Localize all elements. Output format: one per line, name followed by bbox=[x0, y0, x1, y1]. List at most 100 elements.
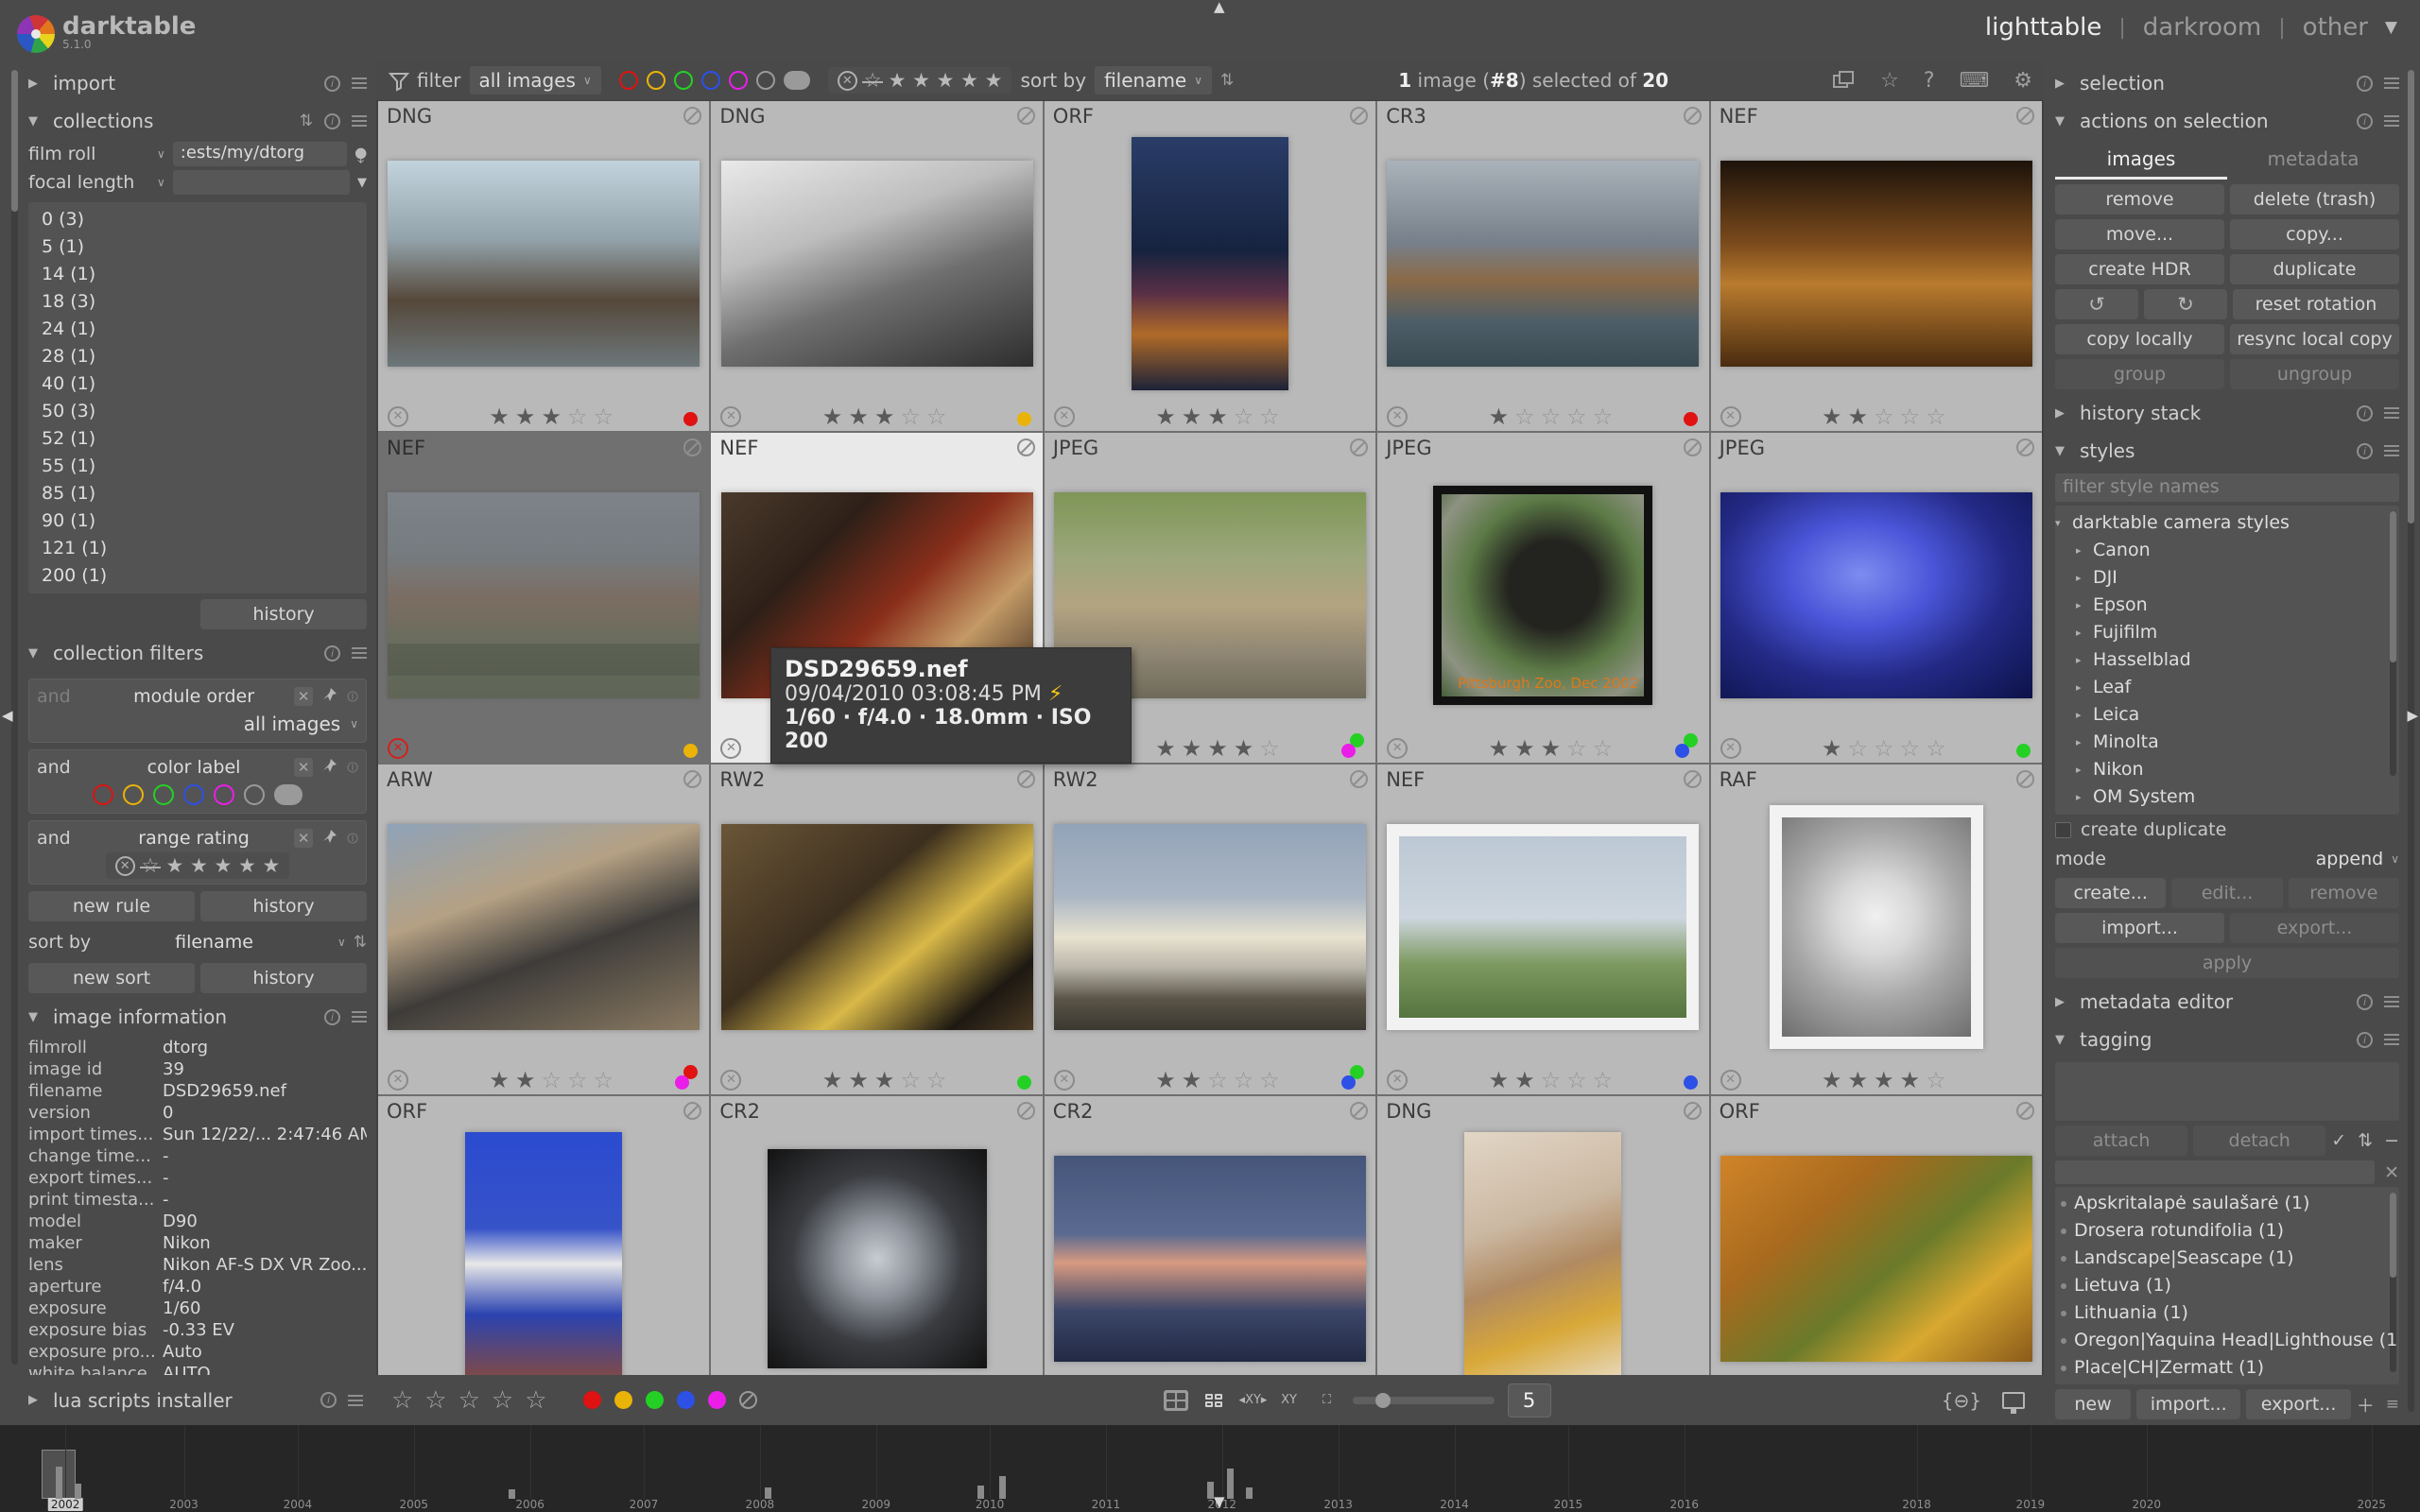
thumbnail-cell[interactable]: CR2 bbox=[711, 1096, 1042, 1375]
new-tag-button[interactable]: new bbox=[2055, 1389, 2131, 1419]
sort-history-button[interactable]: history bbox=[200, 963, 367, 993]
rule-property-label[interactable]: film roll bbox=[28, 144, 149, 164]
timeline-year-label[interactable]: 2008 bbox=[746, 1498, 775, 1511]
metadata-editor-section-header[interactable]: ▶ metadata editor i bbox=[2055, 983, 2399, 1021]
timeline-year-label[interactable]: 2016 bbox=[1669, 1498, 1699, 1511]
edit--style-button[interactable]: edit... bbox=[2171, 878, 2282, 908]
help-icon[interactable]: ? bbox=[1924, 69, 1935, 93]
presets-menu-icon[interactable] bbox=[352, 1011, 367, 1022]
thumbnail-cell[interactable]: DNG bbox=[1377, 1096, 1708, 1375]
chevron-down-icon[interactable]: ∨ bbox=[2391, 852, 2399, 866]
star-filter-icons[interactable]: ★ ★ ★ ★ ★ bbox=[165, 854, 280, 877]
focal-length-item[interactable]: 40 (1) bbox=[28, 370, 367, 398]
color-circle-red[interactable] bbox=[93, 784, 113, 805]
color-circle-green[interactable] bbox=[674, 71, 693, 90]
reject-icon[interactable]: ✕ bbox=[388, 738, 408, 759]
grid-view-icon[interactable] bbox=[1164, 1390, 1188, 1411]
color-circle-yellow[interactable] bbox=[647, 71, 666, 90]
rating-stars[interactable]: ★☆☆☆☆ bbox=[1741, 735, 2032, 762]
reset-icon[interactable]: i bbox=[2357, 1032, 2373, 1048]
delete-trash--button[interactable]: delete (trash) bbox=[2230, 184, 2399, 215]
export--style-button[interactable]: export... bbox=[2230, 913, 2399, 943]
move--button[interactable]: move... bbox=[2055, 219, 2224, 249]
thumbnail-cell[interactable]: NEF✕★★☆☆☆ bbox=[1711, 101, 2042, 431]
collections-section-header[interactable]: ▼ collections ⇅ i bbox=[28, 102, 367, 140]
tag-item[interactable]: Lietuva (1) bbox=[2055, 1272, 2399, 1299]
rating-stars[interactable]: ★★★☆☆ bbox=[741, 404, 1032, 430]
reject-icon[interactable]: ✕ bbox=[388, 406, 408, 427]
remove-rule-icon[interactable]: ✕ bbox=[294, 758, 313, 777]
reject-filter-icon[interactable]: ✕ bbox=[115, 856, 135, 876]
reject-filter-icon[interactable]: ✕ bbox=[838, 71, 857, 91]
thumbnail-cell[interactable]: DNG✕★★★☆☆ bbox=[711, 101, 1042, 431]
reject-icon[interactable]: ✕ bbox=[1054, 406, 1075, 427]
sort-direction-icon[interactable]: ⇅ bbox=[1220, 71, 1234, 90]
tab-images[interactable]: images bbox=[2055, 142, 2227, 180]
reject-icon[interactable]: ✕ bbox=[1387, 406, 1408, 427]
reject-icon[interactable]: ✕ bbox=[720, 738, 741, 759]
thumbnail-cell[interactable]: JPEGPittsburgh Zoo, Dec 2002✕★★★☆☆ bbox=[1377, 433, 1708, 763]
rating-stars[interactable]: ★★☆☆☆ bbox=[1741, 404, 2032, 430]
triangle-down-icon[interactable]: ▼ bbox=[357, 176, 367, 190]
sort-direction-icon[interactable]: ⇅ bbox=[354, 933, 367, 952]
timeline-year-label[interactable]: 2025 bbox=[2358, 1498, 2387, 1511]
zoom-level-spinner[interactable]: 5 bbox=[1508, 1383, 1551, 1418]
thumbnail-cell[interactable]: CR2 bbox=[1045, 1096, 1375, 1375]
check-icon[interactable]: ✓ bbox=[2331, 1130, 2346, 1151]
styles-tree-item[interactable]: ▸Fujifilm bbox=[2055, 619, 2399, 646]
color-circle-all[interactable] bbox=[784, 71, 810, 90]
reset-icon[interactable]: i bbox=[320, 1392, 337, 1408]
remove-button[interactable]: remove bbox=[2055, 184, 2224, 215]
rule-name[interactable]: color label bbox=[94, 757, 294, 778]
timeline-year-label[interactable]: 2020 bbox=[2132, 1498, 2161, 1511]
rating-filter-widget[interactable]: ✕ ☆ ★ ★ ★ ★ ★ bbox=[828, 67, 1012, 94]
star-filter-icons[interactable]: ★ ★ ★ ★ ★ bbox=[889, 69, 1003, 92]
rating-stars-control[interactable]: ☆☆☆☆☆ bbox=[391, 1386, 559, 1415]
color-label-button-blue[interactable] bbox=[677, 1391, 695, 1409]
focal-length-item[interactable]: 0 (3) bbox=[28, 206, 367, 233]
group-icon[interactable] bbox=[1684, 438, 1702, 456]
plus-icon[interactable]: ＋ bbox=[2357, 1392, 2375, 1418]
collapse-top-panel-arrow[interactable]: ▲ bbox=[1214, 0, 1225, 15]
focal-length-item[interactable]: 5 (1) bbox=[28, 233, 367, 261]
range-rating-widget[interactable]: ✕ ☆ ★ ★ ★ ★ ★ bbox=[106, 852, 290, 879]
focal-length-item[interactable]: 90 (1) bbox=[28, 507, 367, 535]
color-label-button-magenta[interactable] bbox=[708, 1391, 726, 1409]
tag-item[interactable]: Place|CH|Zermatt (1) bbox=[2055, 1354, 2399, 1382]
styles-tree-item[interactable]: ▸OM System bbox=[2055, 783, 2399, 811]
timeline-strip[interactable]: 2002200320042005200620072008200920102011… bbox=[0, 1425, 2420, 1512]
reset-rotation-button[interactable]: reset rotation bbox=[2233, 289, 2399, 319]
thumbnail-cell[interactable]: ARW✕★★☆☆☆ bbox=[378, 765, 709, 1094]
ungroup-button[interactable]: ungroup bbox=[2230, 359, 2399, 389]
reject-icon[interactable]: ✕ bbox=[388, 1070, 408, 1091]
group-icon[interactable] bbox=[683, 107, 701, 125]
chevron-down-icon[interactable]: ∨ bbox=[350, 717, 358, 730]
import-export-arrows-icon[interactable]: ⇅ bbox=[2358, 1130, 2373, 1151]
timeline-year-label[interactable]: 2015 bbox=[1554, 1498, 1583, 1511]
styles-tree-item[interactable]: ▸Epson bbox=[2055, 592, 2399, 619]
timeline-year-label[interactable]: 2004 bbox=[284, 1498, 313, 1511]
group-icon[interactable] bbox=[1017, 1102, 1035, 1120]
chevron-down-icon[interactable]: ∨ bbox=[157, 147, 165, 161]
group-icon[interactable] bbox=[1017, 770, 1035, 788]
view-tab-other[interactable]: other bbox=[2303, 13, 2368, 42]
styles-scrollbar[interactable] bbox=[2390, 511, 2396, 776]
rating-stars[interactable]: ★★★☆☆ bbox=[1075, 404, 1366, 430]
presets-menu-icon[interactable] bbox=[2384, 445, 2399, 456]
group-icon[interactable] bbox=[1017, 438, 1035, 456]
view-tab-darkroom[interactable]: darkroom bbox=[2143, 13, 2261, 42]
color-circle-yellow[interactable] bbox=[123, 784, 144, 805]
group-icon[interactable] bbox=[2016, 107, 2034, 125]
timeline-year-label[interactable]: 2007 bbox=[630, 1498, 659, 1511]
focal-length-item[interactable]: 28 (1) bbox=[28, 343, 367, 370]
full-preview-icon[interactable]: ⛶ bbox=[1315, 1390, 1340, 1411]
history-stack-section-header[interactable]: ▶ history stack i bbox=[2055, 394, 2399, 432]
tag-list-mode-icon[interactable]: ≡ bbox=[2386, 1395, 2399, 1414]
filters-history-button[interactable]: history bbox=[200, 891, 367, 921]
presets-menu-icon[interactable] bbox=[352, 647, 367, 659]
star-overlay-icon[interactable]: ☆ bbox=[1880, 69, 1899, 93]
focal-length-item[interactable]: 55 (1) bbox=[28, 453, 367, 480]
presets-menu-icon[interactable] bbox=[2384, 77, 2399, 89]
thumbnail-cell[interactable]: DNG✕★★★☆☆ bbox=[378, 101, 709, 431]
collection-filters-section-header[interactable]: ▼ collection filters i bbox=[28, 634, 367, 672]
